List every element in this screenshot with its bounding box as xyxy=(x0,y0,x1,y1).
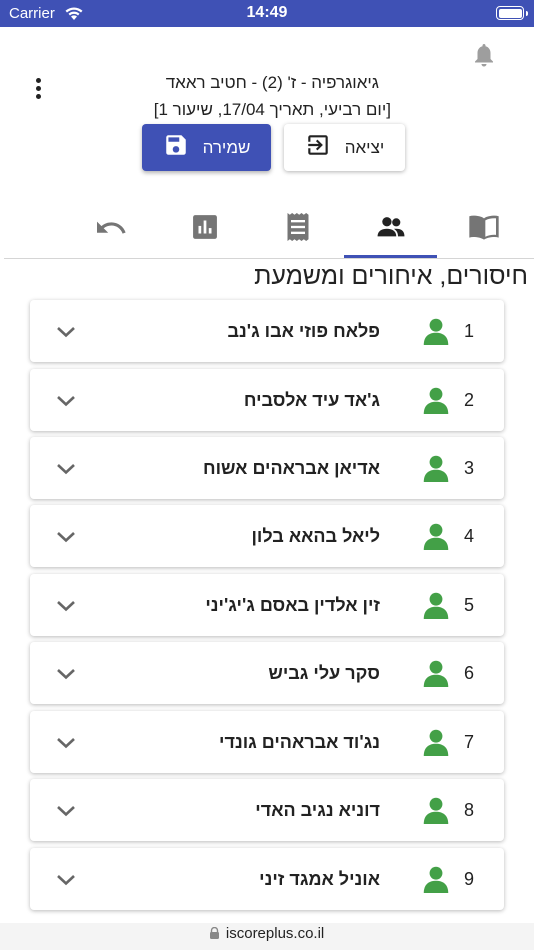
student-number: 9 xyxy=(463,869,474,889)
chevron-down-icon[interactable] xyxy=(56,325,76,343)
chevron-down-icon[interactable] xyxy=(56,530,76,548)
student-number: 6 xyxy=(463,663,474,683)
person-icon xyxy=(422,386,450,419)
student-name: נג'וד אבראהים גונדי xyxy=(219,732,380,752)
student-row[interactable]: 9 אוניל אמגד זיני xyxy=(30,848,504,910)
person-icon xyxy=(422,317,450,350)
tab-attendance[interactable] xyxy=(344,200,437,258)
tab-book[interactable] xyxy=(437,200,530,258)
person-icon xyxy=(422,454,450,487)
student-number: 7 xyxy=(463,732,474,752)
more-menu-icon[interactable] xyxy=(30,76,48,104)
person-icon xyxy=(422,659,450,692)
battery-icon xyxy=(496,6,528,20)
url-bar[interactable]: iscoreplus.co.il xyxy=(0,923,534,950)
tab-undo[interactable] xyxy=(65,200,158,258)
student-row[interactable]: 7 נג'וד אבראהים גונדי xyxy=(30,711,504,773)
student-row[interactable]: 8 דוניא נגיב האדי xyxy=(30,779,504,841)
save-icon xyxy=(163,132,189,163)
lesson-subtitle: [יום רביעי, תאריך 17/04, שיעור 1] xyxy=(153,100,391,119)
chevron-down-icon[interactable] xyxy=(56,873,76,891)
status-bar: Carrier 14:49 xyxy=(0,0,534,27)
chevron-down-icon[interactable] xyxy=(56,736,76,754)
save-label: שמירה xyxy=(202,137,251,157)
person-icon xyxy=(422,591,450,624)
chevron-down-icon[interactable] xyxy=(56,599,76,617)
person-icon xyxy=(422,865,450,898)
bell-icon[interactable] xyxy=(472,42,496,73)
student-row[interactable]: 2 ג'אד עיד אלסביח xyxy=(30,369,504,431)
student-name: פלאח פוזי אבו ג'נב xyxy=(227,321,381,341)
student-name: ג'אד עיד אלסביח xyxy=(243,390,380,410)
student-number: 4 xyxy=(463,526,474,546)
exit-label: יציאה xyxy=(344,137,385,157)
student-name: זין אלדין באסם ג'יג'יני xyxy=(205,595,380,615)
lock-icon xyxy=(209,926,219,943)
chevron-down-icon[interactable] xyxy=(56,462,76,480)
person-icon xyxy=(422,522,450,555)
tabs-divider xyxy=(4,258,534,259)
person-icon xyxy=(422,796,450,829)
url-text: iscoreplus.co.il xyxy=(225,925,325,942)
student-row[interactable]: 5 זין אלדין באסם ג'יג'יני xyxy=(30,574,504,636)
student-name: אדיאן אבראהים אשוח xyxy=(203,458,380,478)
exit-icon xyxy=(305,132,331,163)
student-row[interactable]: 4 ליאל בהאא בלון xyxy=(30,505,504,567)
student-row[interactable]: 6 סקר עלי גביש xyxy=(30,642,504,704)
person-icon xyxy=(422,728,450,761)
people-icon xyxy=(377,216,405,243)
bar-chart-icon xyxy=(192,214,218,245)
student-name: אוניל אמגד זיני xyxy=(259,869,380,889)
undo-icon xyxy=(96,217,127,242)
book-icon xyxy=(468,213,500,246)
student-number: 1 xyxy=(463,321,474,341)
tab-receipt[interactable] xyxy=(251,200,344,258)
save-button[interactable]: שמירה xyxy=(142,124,271,171)
student-name: דוניא נגיב האדי xyxy=(255,800,380,820)
student-row[interactable]: 3 אדיאן אבראהים אשוח xyxy=(30,437,504,499)
chevron-down-icon[interactable] xyxy=(56,804,76,822)
section-title: חיסורים, איחורים ומשמעת xyxy=(254,262,528,290)
student-number: 8 xyxy=(463,800,474,820)
page-title: גיאוגרפיה - ז' (2) - חטיב ראאד xyxy=(165,73,379,92)
student-name: סקר עלי גביש xyxy=(268,663,380,683)
student-name: ליאל בהאא בלון xyxy=(251,526,381,546)
chevron-down-icon[interactable] xyxy=(56,667,76,685)
tab-bar xyxy=(0,200,534,258)
tab-statistics[interactable] xyxy=(158,200,251,258)
exit-button[interactable]: יציאה xyxy=(284,124,405,171)
chevron-down-icon[interactable] xyxy=(56,394,76,412)
student-number: 5 xyxy=(463,595,474,615)
clock: 14:49 xyxy=(246,4,288,21)
student-number: 2 xyxy=(463,390,474,410)
receipt-icon xyxy=(286,212,310,246)
student-row[interactable]: 1 פלאח פוזי אבו ג'נב xyxy=(30,300,504,362)
student-number: 3 xyxy=(463,458,474,478)
